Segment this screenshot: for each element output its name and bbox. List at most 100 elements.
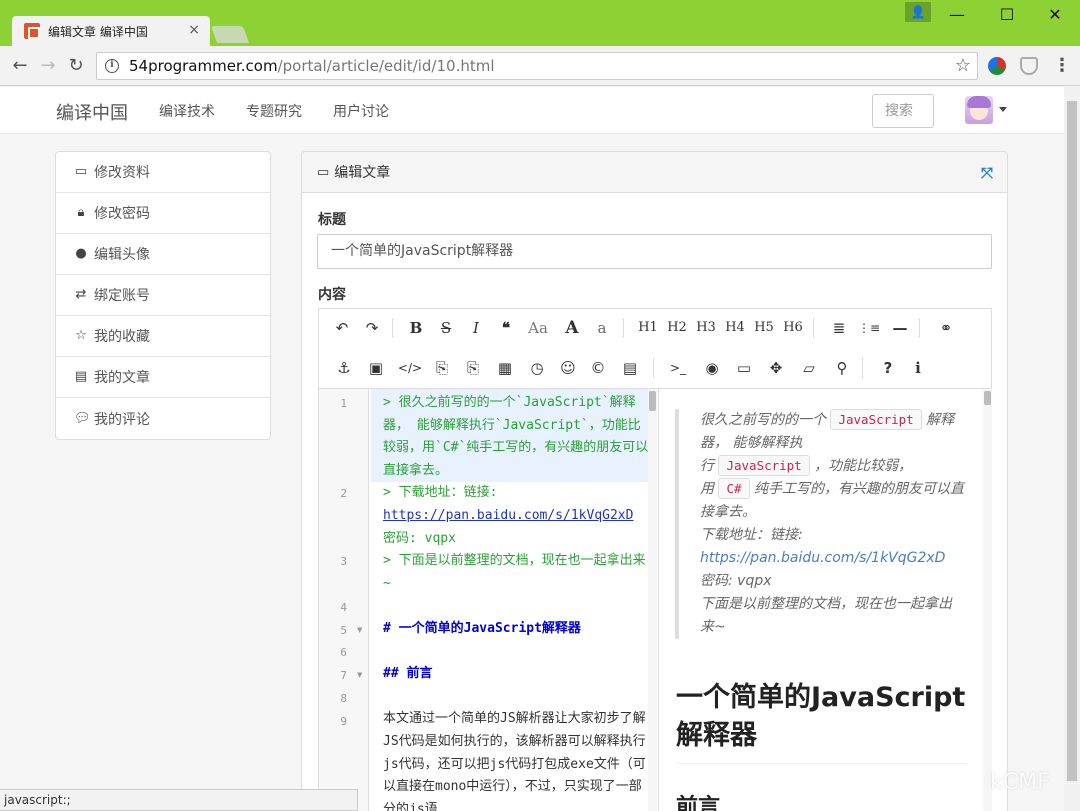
site-navbar: 编译中国 编译技术 专题研究 用户讨论 搜索 [0,87,1064,134]
code-line[interactable]: 密码: vqpx [371,528,649,551]
avatar[interactable] [965,96,993,124]
markdown-source-pane[interactable]: 1 2 3 4 5 ▼ 6 7 ▼ 8 9 > 很久之前写的的一个`JavaSc… [319,389,659,811]
pagebreak-icon[interactable]: ▤ [617,355,643,381]
back-arrow-icon[interactable]: ← [8,54,32,78]
uppercase-letter-icon[interactable]: A [559,315,585,341]
preview-inline-code: JavaScript [718,455,810,476]
sidebar-item-my-comments[interactable]: 💬︎ 我的评论 [56,398,270,439]
terminal-icon[interactable]: >_ [665,355,691,381]
anchor-icon[interactable]: ⚓ [331,355,357,381]
code-line-link[interactable]: https://pan.baidu.com/s/1kVqG2xD [371,505,649,528]
inline-code-icon[interactable]: </> [397,355,423,381]
table-icon[interactable]: ▦ [492,355,518,381]
heading-5-icon[interactable]: H5 [751,315,777,341]
window-close-button[interactable]: ✕ [1032,2,1078,28]
code-line-heading[interactable]: # 一个简单的JavaScript解释器 [371,618,649,641]
code-scrollbar[interactable] [648,389,657,811]
fold-arrow-icon[interactable]: ▼ [357,671,362,679]
heading-4-icon[interactable]: H4 [722,315,748,341]
redo-icon[interactable]: ↷ [359,315,385,341]
uppercase-icon[interactable]: Aa [525,315,551,341]
window-minimize-button[interactable]: — [934,2,980,28]
nav-item-compiler-tech[interactable]: 编译技术 [159,101,215,121]
site-info-icon[interactable]: i [105,59,119,73]
tab-title: 编辑文章 编译中国 [48,24,148,39]
title-input[interactable]: 一个简单的JavaScript解释器 [317,234,992,269]
extension-shield-icon[interactable] [1020,57,1038,75]
code-line[interactable]: 本文通过一个简单的JS解析器让大家初步了解JS代码是如何执行的，该解析器可以解释… [371,708,649,811]
window-maximize-button[interactable]: ☐ [984,2,1030,28]
code-lines[interactable]: > 很久之前写的的一个`JavaScript`解释器， 能够解释执行`JavaS… [371,389,649,811]
clock-icon[interactable]: ◷ [524,355,550,381]
tab-close-icon[interactable]: × [188,22,200,38]
fold-arrow-icon[interactable]: ▼ [357,626,362,634]
code-line[interactable]: > 下载地址：链接: [371,482,649,505]
toolbar-divider [653,358,654,378]
sidebar-item-label: 修改密码 [94,206,150,222]
new-tab-button[interactable] [210,26,250,43]
extension-colorful-icon[interactable] [988,57,1006,75]
heading-3-icon[interactable]: H3 [693,315,719,341]
forward-arrow-icon[interactable]: → [36,54,60,78]
italic-icon[interactable]: I [463,315,489,341]
horizontal-rule-icon[interactable]: — [887,315,913,341]
site-brand[interactable]: 编译中国 [56,99,128,125]
help-icon[interactable]: ? [875,355,901,381]
browser-menu-icon[interactable]: ⋮ [1050,54,1074,78]
sidebar-item-edit-avatar[interactable]: ● 编辑头像 [56,234,270,275]
code-line[interactable]: > 下面是以前整理的文档，现在也一起拿出来~ [371,550,649,595]
user-sidebar: ▭ 修改资料 🔒︎ 修改密码 ● 编辑头像 ⇄ 绑定账号 ☆ 我的收藏 ▤ 我的… [55,151,271,440]
code-line-heading[interactable]: ## 前言 [371,663,649,686]
lowercase-icon[interactable]: a [589,315,615,341]
strikethrough-icon[interactable]: S [433,315,459,341]
code-line-empty[interactable] [371,595,649,618]
search-icon[interactable]: ⚲ [829,355,855,381]
scrollbar-thumb[interactable] [649,391,656,411]
ordered-list-icon[interactable]: ⋮≡ [856,315,882,341]
sidebar-item-my-articles[interactable]: ▤ 我的文章 [56,357,270,398]
watch-icon[interactable]: ◉ [699,355,725,381]
scrollbar-thumb[interactable] [984,391,991,405]
fullscreen-icon[interactable]: ✥ [763,355,789,381]
page-scrollbar[interactable] [1064,87,1080,811]
sidebar-item-bind-account[interactable]: ⇄ 绑定账号 [56,275,270,316]
nav-item-topic-research[interactable]: 专题研究 [246,101,302,121]
page-scrollbar-thumb[interactable] [1067,101,1077,781]
reload-icon[interactable]: ↻ [64,54,88,78]
chevron-down-icon[interactable] [999,107,1007,112]
heading-6-icon[interactable]: H6 [780,315,806,341]
code-line-empty[interactable] [371,641,649,664]
preview-link[interactable]: https://pan.baidu.com/s/1kVqG2xD [700,547,965,570]
preformatted-code-icon[interactable]: ⎘ [460,355,486,381]
info-icon[interactable]: i [905,355,931,381]
sidebar-item-change-password[interactable]: 🔒︎ 修改密码 [56,193,270,234]
emoji-icon[interactable]: ☺ [555,355,581,381]
code-block-icon[interactable]: ⎘ [429,355,455,381]
browser-tab-active[interactable]: 编辑文章 编译中国 × [12,16,210,46]
preview-blockquote: 很久之前写的的一个 JavaScript 解释器， 能够解释执 行 JavaSc… [675,409,965,639]
preview-desktop-icon[interactable]: ▭ [731,355,757,381]
quote-icon[interactable]: ❝ [493,315,519,341]
bookmark-star-icon[interactable]: ☆ [955,55,971,76]
preview-quote-line: 很久之前写的的一个 JavaScript 解释器， 能够解释执 [700,409,965,455]
unordered-list-icon[interactable]: ≣ [826,315,852,341]
bold-icon[interactable]: B [403,315,429,341]
html-entities-icon[interactable]: © [585,355,611,381]
heading-2-icon[interactable]: H2 [664,315,690,341]
url-input[interactable]: i 54programmer.com /portal/article/edit/… [96,52,978,80]
fullscreen-expand-icon[interactable]: ⤧ [981,164,993,182]
preview-scrollbar[interactable] [983,389,992,811]
search-input[interactable]: 搜索 [872,94,934,128]
browser-user-icon[interactable]: 👤 [905,2,931,22]
panel-title: 编辑文章 [334,165,391,181]
heading-1-icon[interactable]: H1 [635,315,661,341]
sidebar-item-edit-profile[interactable]: ▭ 修改资料 [56,152,270,193]
nav-item-user-discussion[interactable]: 用户讨论 [333,101,389,121]
eraser-icon[interactable]: ▱ [796,355,822,381]
undo-icon[interactable]: ↶ [329,315,355,341]
link-icon[interactable]: ⚭ [933,315,959,341]
image-icon[interactable]: ▣ [363,355,389,381]
code-line[interactable]: > 很久之前写的的一个`JavaScript`解释器， 能够解释执行`JavaS… [371,389,649,483]
sidebar-item-favorites[interactable]: ☆ 我的收藏 [56,316,270,357]
code-line-empty[interactable] [371,686,649,709]
